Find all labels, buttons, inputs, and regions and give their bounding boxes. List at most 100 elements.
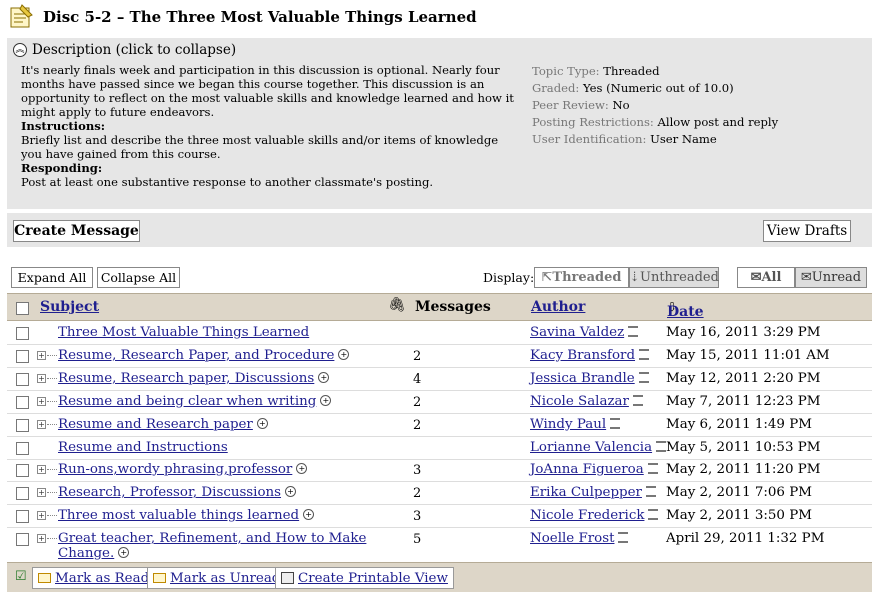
filter-unread-button[interactable]: ✉ Unread — [795, 267, 867, 288]
profile-card-icon[interactable] — [618, 532, 629, 543]
row-checkbox[interactable] — [16, 396, 29, 409]
collapse-icon[interactable]: ︽ — [13, 43, 27, 57]
expand-thread-icon[interactable]: + — [37, 511, 46, 520]
profile-card-icon[interactable] — [638, 372, 649, 383]
profile-card-icon[interactable] — [645, 486, 656, 497]
row-checkbox[interactable] — [16, 464, 29, 477]
author-link[interactable]: Erika Culpepper — [530, 485, 642, 500]
author-link[interactable]: Savina Valdez — [530, 325, 624, 340]
profile-card-icon[interactable] — [610, 418, 621, 429]
row-checkbox[interactable] — [16, 510, 29, 523]
view-thread-icon[interactable]: + — [296, 463, 308, 474]
author-link[interactable]: Kacy Bransford — [530, 348, 635, 363]
expand-thread-icon[interactable]: + — [37, 488, 46, 497]
subject-link[interactable]: Three most valuable things learned — [58, 508, 299, 523]
author-header[interactable]: Author — [531, 299, 585, 315]
subject-link[interactable]: Resume and Research paper — [58, 417, 253, 432]
mark-as-read-label: Mark as Read — [55, 570, 150, 586]
create-message-button[interactable]: Create Message — [13, 220, 140, 242]
description-toggle[interactable]: ︽ Description (click to collapse) — [13, 42, 236, 58]
expand-thread-icon[interactable]: + — [37, 351, 46, 360]
profile-card-icon[interactable] — [647, 463, 658, 474]
author-cell: Erika Culpepper — [530, 485, 656, 500]
author-link[interactable]: Noelle Frost — [530, 531, 614, 546]
threaded-button[interactable]: ⇱ Threaded — [534, 267, 629, 288]
description-header: Description (click to collapse) — [32, 42, 237, 58]
author-link[interactable]: Nicole Salazar — [530, 394, 629, 409]
mark-as-unread-label: Mark as Unread — [170, 570, 281, 586]
date-header[interactable]: Date — [667, 304, 704, 320]
author-link[interactable]: Jessica Brandle — [530, 371, 635, 386]
date-cell: May 12, 2011 2:20 PM — [666, 371, 821, 386]
date-cell: May 15, 2011 11:01 AM — [666, 348, 830, 363]
subject-line: Change. — [58, 546, 115, 561]
printable-view-button[interactable]: Create Printable View — [275, 567, 454, 589]
profile-card-icon[interactable] — [628, 326, 639, 337]
meta-label: Topic Type: — [532, 64, 600, 78]
expand-thread-icon[interactable]: + — [37, 465, 46, 474]
mark-as-unread-button[interactable]: Mark as Unread — [147, 567, 287, 589]
row-checkbox[interactable] — [16, 327, 29, 340]
view-thread-icon[interactable]: + — [285, 486, 297, 497]
collapse-all-button[interactable]: Collapse All — [97, 267, 180, 288]
view-thread-icon[interactable]: + — [256, 418, 268, 429]
view-thread-icon[interactable]: + — [318, 372, 330, 383]
meta-value: Yes (Numeric out of 10.0) — [583, 81, 734, 95]
envelope-open-icon — [38, 573, 51, 583]
subject-link[interactable]: Resume, Research paper, Discussions — [58, 371, 314, 386]
expand-thread-icon[interactable]: + — [37, 374, 46, 383]
expand-thread-icon[interactable]: + — [37, 534, 46, 543]
row-checkbox[interactable] — [16, 373, 29, 386]
filter-all-label: All — [761, 270, 782, 285]
subject-line: Great teacher, Refinement, and How to Ma… — [58, 531, 367, 546]
subject-text: Resume and being clear when writing — [58, 394, 317, 409]
author-cell: Jessica Brandle — [530, 371, 649, 386]
profile-card-icon[interactable] — [639, 349, 650, 360]
expand-thread-icon[interactable]: + — [37, 420, 46, 429]
unthreaded-icon: ⇣ — [629, 270, 640, 285]
author-cell: Savina Valdez — [530, 325, 639, 340]
message-count: 2 — [413, 349, 422, 364]
row-checkbox[interactable] — [16, 350, 29, 363]
view-thread-icon[interactable]: + — [320, 395, 332, 406]
subject-link[interactable]: Research, Professor, Discussions — [58, 485, 281, 500]
unthreaded-button[interactable]: ⇣ Unthreaded — [629, 267, 719, 288]
subject-link[interactable]: Three Most Valuable Things Learned — [58, 325, 309, 340]
row-checkbox[interactable] — [16, 487, 29, 500]
mark-as-read-button[interactable]: Mark as Read — [32, 567, 156, 589]
table-row: + Great teacher, Refinement, and How to … — [7, 528, 872, 566]
view-thread-icon[interactable]: + — [303, 509, 315, 520]
profile-card-icon[interactable] — [632, 395, 643, 406]
filter-all-button[interactable]: ✉ All — [737, 267, 795, 288]
subject-link[interactable]: Run-ons,wordy phrasing,professor — [58, 462, 292, 477]
filter-unread-label: Unread — [811, 270, 862, 285]
profile-card-icon[interactable] — [648, 509, 659, 520]
expand-thread-icon[interactable]: + — [37, 397, 46, 406]
select-all-checkbox[interactable] — [16, 302, 29, 315]
row-checkbox[interactable] — [16, 533, 29, 546]
row-checkbox[interactable] — [16, 442, 29, 455]
view-thread-icon[interactable]: + — [118, 547, 130, 558]
date-header-wrap[interactable]: Date ⇩ — [667, 299, 704, 320]
subject-link[interactable]: Great teacher, Refinement, and How to Ma… — [58, 531, 366, 561]
author-cell: Nicole Salazar — [530, 394, 643, 409]
author-link[interactable]: JoAnna Figueroa — [530, 462, 644, 477]
check-all-icon[interactable]: ☑ — [15, 569, 27, 584]
subject-cell: Resume, Research Paper, and Procedure + — [58, 348, 350, 363]
view-thread-icon[interactable]: + — [338, 349, 350, 360]
profile-card-icon[interactable] — [656, 441, 667, 452]
view-drafts-button[interactable]: View Drafts — [763, 220, 851, 242]
subject-link[interactable]: Resume and being clear when writing — [58, 394, 316, 409]
date-cell: May 5, 2011 10:53 PM — [666, 440, 821, 455]
expand-all-button[interactable]: Expand All — [11, 267, 93, 288]
subject-header[interactable]: Subject — [40, 299, 99, 315]
instructions-label: Instructions: — [21, 119, 106, 133]
mail-all-icon: ✉ — [750, 270, 762, 285]
unthreaded-label: Unthreaded — [640, 270, 719, 285]
author-link[interactable]: Lorianne Valencia — [530, 440, 652, 455]
author-link[interactable]: Windy Paul — [530, 417, 606, 432]
row-checkbox[interactable] — [16, 419, 29, 432]
author-link[interactable]: Nicole Frederick — [530, 508, 644, 523]
subject-link[interactable]: Resume and Instructions — [58, 440, 228, 455]
subject-link[interactable]: Resume, Research Paper, and Procedure — [58, 348, 334, 363]
